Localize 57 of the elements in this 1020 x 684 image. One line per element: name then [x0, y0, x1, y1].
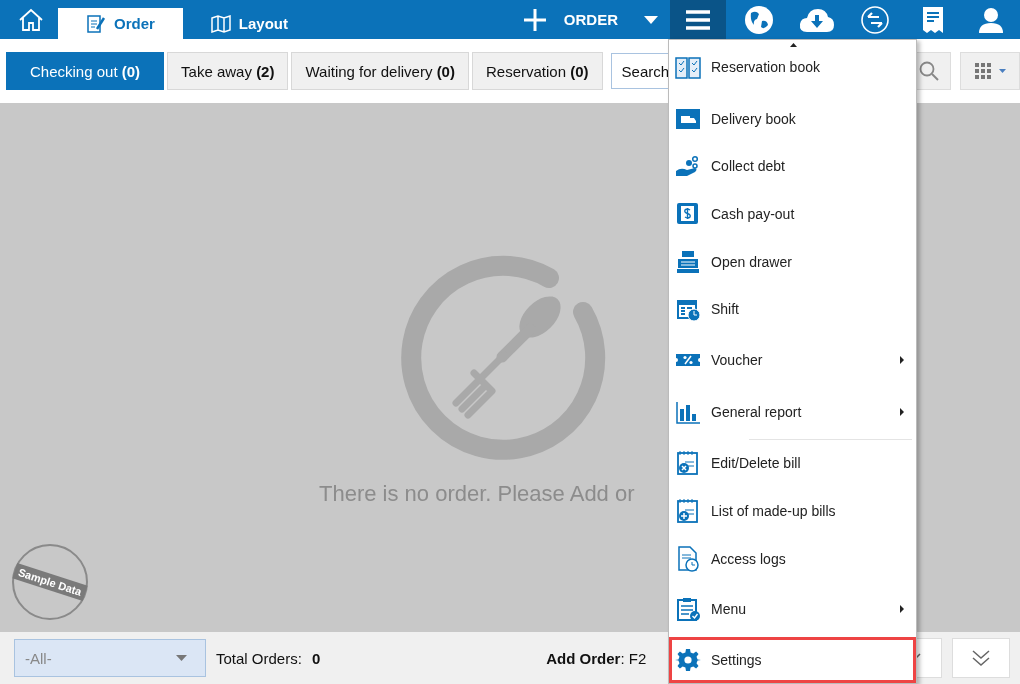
total-orders-label: Total Orders: [216, 649, 302, 667]
menu-item[interactable]: Edit/Delete bill [669, 439, 916, 488]
user-icon [978, 6, 1004, 33]
submenu-arrow-icon [900, 408, 904, 417]
expand-button[interactable] [952, 638, 1010, 678]
menu-item[interactable]: Collect debt [669, 142, 916, 191]
menu-item[interactable]: Cash pay-out [669, 190, 916, 238]
document-clock-icon [675, 545, 701, 572]
caret-down-icon [176, 655, 187, 661]
swap-arrows-icon [861, 5, 889, 34]
receipt-icon [922, 5, 944, 34]
total-orders-value: 0 [311, 649, 321, 667]
menu-item[interactable]: Access logs [669, 534, 916, 583]
menu-item[interactable]: Reservation book [669, 40, 916, 95]
menu-item[interactable]: Settings [669, 637, 916, 683]
menu-item[interactable]: Shift [669, 285, 916, 334]
submenu-arrow-icon [900, 604, 904, 613]
menu-item[interactable]: General report [669, 385, 916, 439]
sample-data-stamp: Sample Data [12, 544, 88, 620]
menu-button[interactable] [670, 0, 726, 39]
caret-down-icon [998, 69, 1006, 73]
edit-note-icon [86, 13, 106, 34]
caret-down-icon [644, 15, 658, 24]
menu-item[interactable]: Delivery book [669, 94, 916, 143]
home-icon [18, 7, 44, 32]
grid-icon [974, 63, 991, 79]
bar-chart-icon [675, 399, 701, 426]
menu-item[interactable]: Open drawer [669, 237, 916, 286]
menu-item[interactable]: Menu [669, 582, 916, 636]
grid-view-button[interactable] [960, 52, 1020, 90]
empty-message: There is no order. Please Add or [319, 481, 636, 507]
plus-icon [523, 8, 546, 31]
bill-add-icon [675, 498, 701, 525]
menu-item[interactable]: Voucher [669, 333, 916, 386]
cash-register-icon [675, 248, 701, 275]
safe-dollar-icon [675, 200, 701, 227]
bill-delete-icon [675, 450, 701, 477]
open-book-icon [675, 54, 701, 81]
search-icon [919, 61, 940, 81]
order-status-tab[interactable]: Reservation (0) [471, 52, 603, 90]
settings-icon [675, 647, 701, 674]
menu-icon [686, 9, 710, 30]
order-status-tab[interactable]: Checking out (0) [6, 52, 165, 90]
plate-spoon-fork-icon [400, 255, 606, 461]
menu-item[interactable]: List of made-up bills [669, 487, 916, 535]
order-status-tab[interactable]: Waiting for delivery (0) [291, 52, 469, 90]
order-status-tab[interactable]: Take away (2) [167, 52, 289, 90]
double-chevron-down-icon [972, 650, 990, 666]
order-tab[interactable]: Order [58, 8, 183, 39]
map-icon [210, 14, 231, 33]
globe-icon [744, 4, 774, 35]
submenu-arrow-icon [900, 355, 904, 364]
caret-up-icon [790, 43, 797, 47]
shortcut-hint: Add Order: F2 [546, 649, 647, 667]
cloud-download-icon [799, 6, 835, 33]
layout-tab[interactable]: Layout [182, 8, 317, 39]
add-order-button[interactable]: ORDER [523, 0, 670, 39]
